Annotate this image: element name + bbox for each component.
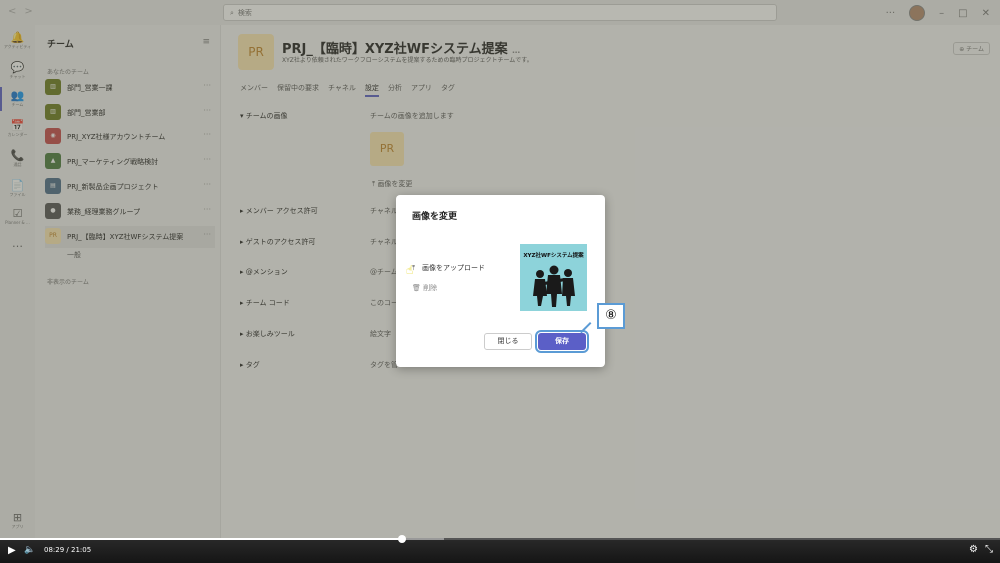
change-image-dialog: 画像を変更 ⤒ 画像をアップロード ☝ 🗑 削除 XYZ社WFシステム提案 閉じる… <box>396 195 605 367</box>
progress-bar <box>0 538 402 540</box>
pointer-cursor-icon: ☝ <box>406 263 414 277</box>
close-button[interactable]: 閉じる <box>484 333 532 350</box>
image-preview: XYZ社WFシステム提案 <box>520 244 587 311</box>
trash-icon: 🗑 <box>412 284 424 292</box>
seek-handle[interactable] <box>398 535 406 543</box>
video-controls: ▶ 🔈 08:29 / 21:05 ⚙ ⤡ <box>0 535 1000 563</box>
save-button[interactable]: 保存 <box>535 330 589 353</box>
people-illustration <box>533 265 575 307</box>
upload-icon: ⤒ <box>412 264 416 272</box>
upload-image-option[interactable]: ⤒ 画像をアップロード <box>412 263 485 273</box>
settings-icon[interactable]: ⚙ <box>969 544 978 555</box>
dialog-title: 画像を変更 <box>412 212 458 222</box>
fullscreen-icon[interactable]: ⤡ <box>985 544 993 555</box>
step-callout: ⑧ <box>597 303 625 329</box>
delete-image-option[interactable]: 🗑 削除 <box>412 283 437 293</box>
volume-icon[interactable]: 🔈 <box>24 545 35 555</box>
time-display: 08:29 / 21:05 <box>44 546 92 554</box>
buffered-bar <box>404 538 444 540</box>
play-icon[interactable]: ▶ <box>8 545 16 556</box>
